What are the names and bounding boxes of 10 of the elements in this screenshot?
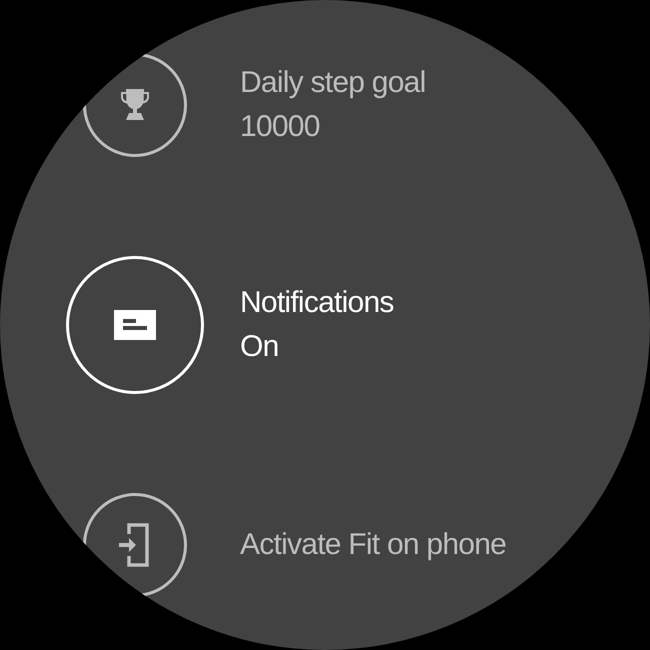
setting-title: Notifications: [240, 285, 394, 321]
setting-icon-button[interactable]: [83, 53, 187, 157]
setting-title: Daily step goal: [240, 65, 426, 101]
phone-enter-icon: [119, 522, 151, 568]
message-card-icon: [114, 310, 156, 340]
setting-value: 10000: [240, 109, 321, 145]
setting-value: On: [240, 329, 280, 365]
setting-title: Activate Fit on phone: [240, 527, 506, 563]
setting-icon-button[interactable]: [83, 493, 187, 597]
trophy-icon: [120, 88, 150, 122]
